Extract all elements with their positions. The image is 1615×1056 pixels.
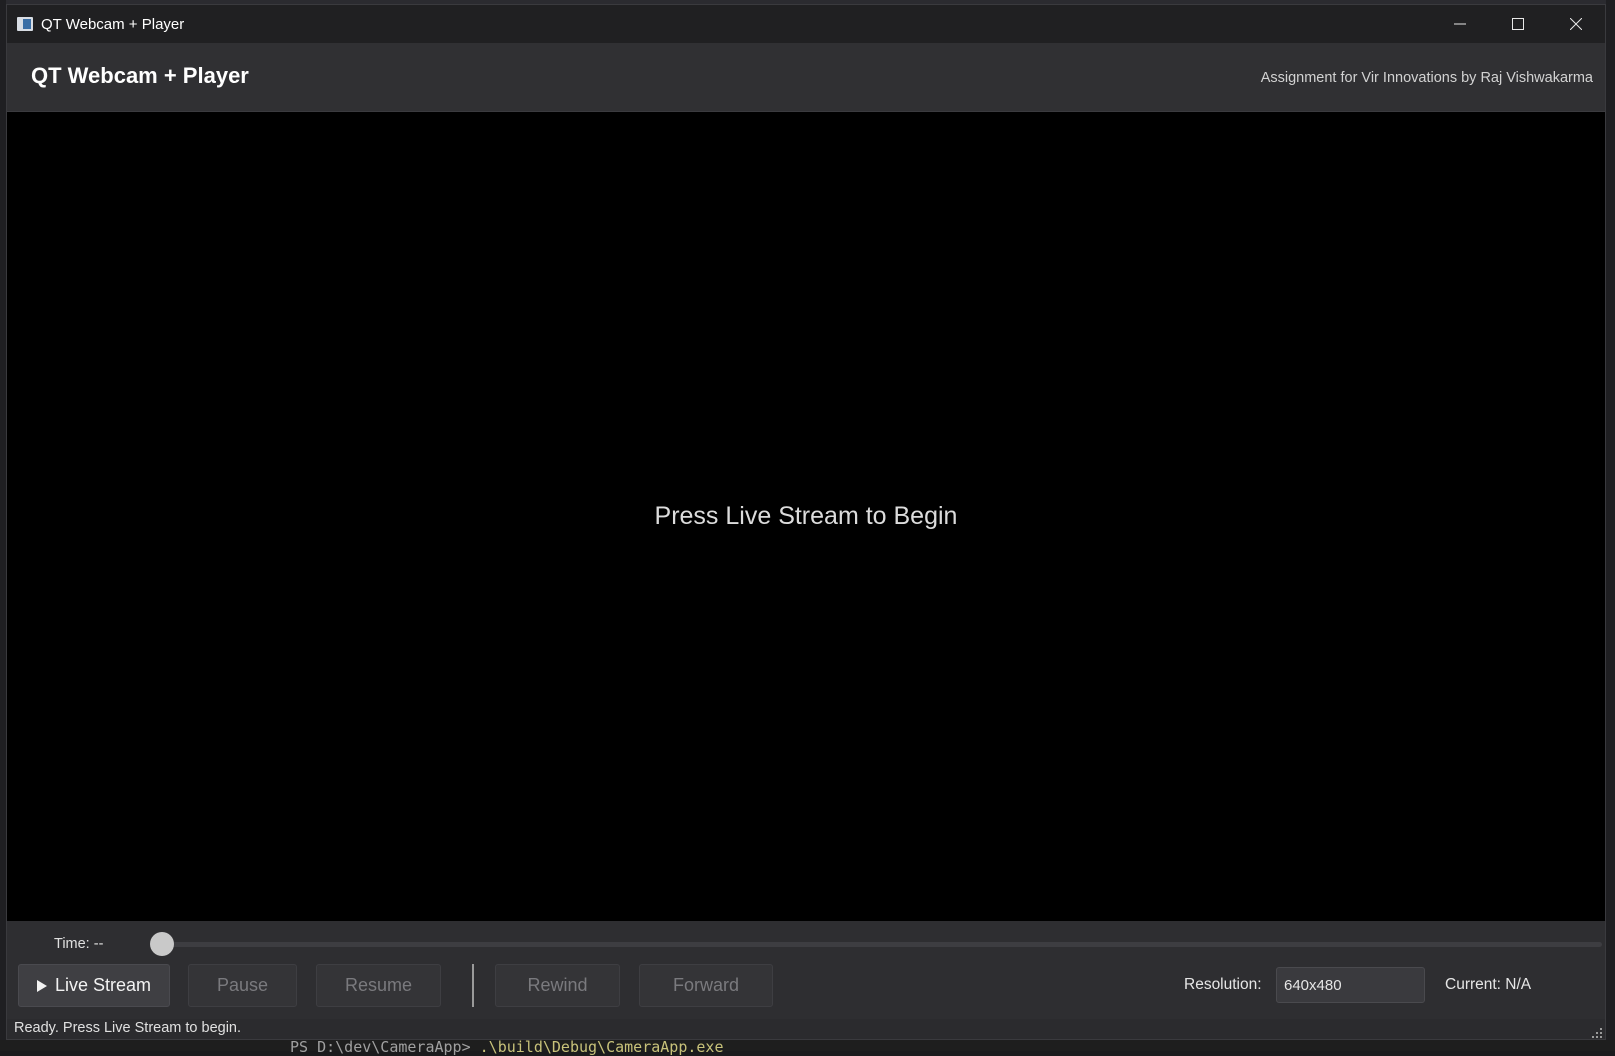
- time-label: Time: --: [54, 936, 104, 952]
- background-terminal: [0, 1040, 1615, 1051]
- minimize-button[interactable]: [1431, 5, 1489, 43]
- maximize-button[interactable]: [1489, 5, 1547, 43]
- title-bar[interactable]: QT Webcam + Player: [7, 5, 1605, 43]
- forward-button[interactable]: Forward: [639, 964, 773, 1007]
- minimize-icon: [1454, 23, 1466, 25]
- controls-panel: Time: -- Live Stream Pause Resume Rewind…: [7, 921, 1605, 1019]
- seek-slider-handle[interactable]: [150, 932, 174, 956]
- app-window-icon: [17, 17, 33, 31]
- resume-button[interactable]: Resume: [316, 964, 441, 1007]
- credit-text: Assignment for Vir Innovations by Raj Vi…: [1260, 70, 1593, 86]
- page-title: QT Webcam + Player: [31, 63, 249, 88]
- maximize-icon: [1512, 18, 1524, 30]
- status-bar: Ready. Press Live Stream to begin.: [7, 1019, 1605, 1039]
- live-stream-button[interactable]: Live Stream: [18, 964, 170, 1007]
- video-display: Press Live Stream to Begin: [7, 112, 1605, 921]
- close-icon: [1570, 18, 1582, 30]
- resume-label: Resume: [344, 975, 413, 995]
- play-icon: [36, 979, 47, 992]
- app-window: QT Webcam + Player QT Webcam + Player As…: [6, 4, 1606, 1040]
- terminal-command: .\build\Debug\CameraApp.exe: [479, 1038, 724, 1056]
- background-ide-right: [1606, 0, 1615, 1051]
- app-header: QT Webcam + Player Assignment for Vir In…: [7, 43, 1605, 112]
- window-controls: [1431, 5, 1605, 43]
- current-resolution-label: Current: N/A: [1445, 976, 1532, 993]
- resize-grip-icon[interactable]: [1591, 1027, 1603, 1039]
- resolution-label: Resolution:: [1184, 976, 1262, 993]
- pause-label: Pause: [216, 975, 269, 995]
- rewind-button[interactable]: Rewind: [495, 964, 620, 1007]
- close-button[interactable]: [1547, 5, 1605, 43]
- forward-label: Forward: [672, 975, 739, 995]
- pause-button[interactable]: Pause: [188, 964, 297, 1007]
- controls-divider: [472, 964, 474, 1007]
- rewind-label: Rewind: [527, 975, 588, 995]
- video-placeholder-message: Press Live Stream to Begin: [654, 502, 958, 530]
- background-terminal-line: PS D:\dev\CameraApp> .\build\Debug\Camer…: [290, 1038, 724, 1056]
- window-title: QT Webcam + Player: [41, 15, 185, 33]
- seek-slider-track[interactable]: [159, 942, 1602, 947]
- resolution-input[interactable]: [1276, 967, 1425, 1003]
- live-stream-label: Live Stream: [54, 975, 152, 995]
- terminal-prompt: PS D:\dev\CameraApp>: [290, 1038, 471, 1056]
- status-text: Ready. Press Live Stream to begin.: [14, 1020, 242, 1036]
